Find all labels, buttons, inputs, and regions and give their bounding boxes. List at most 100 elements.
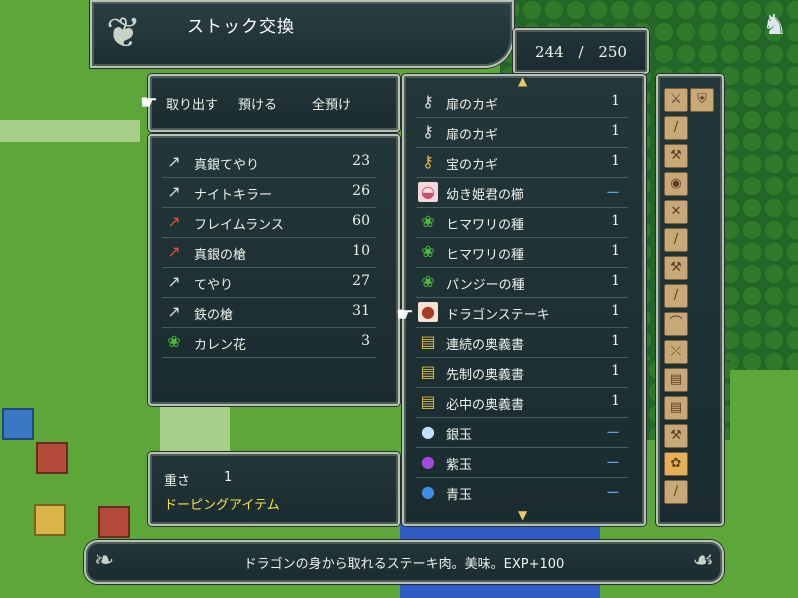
weight-value: 1 xyxy=(224,470,233,485)
scroll-down-arrow-icon[interactable]: ▼ xyxy=(518,508,527,522)
inventory-row[interactable]: ❀ カレン花 3 xyxy=(150,328,398,358)
category-icon-panel: ⚔ ⛨ / ⚒ ◉ ✕ / ⚒ / ⌒ ⤫ ▤ ▤ ⚒ ✿ / xyxy=(656,74,724,526)
item-name: ヒマワリの種 xyxy=(446,218,525,233)
item-name: 連続の奥義書 xyxy=(446,338,525,353)
herb-icon: ❀ xyxy=(421,272,435,291)
scroll-ornament-icon: ❦ xyxy=(106,8,142,57)
axe-category-icon[interactable]: ⚒ xyxy=(664,256,688,280)
item-quantity: 10 xyxy=(352,243,370,259)
tome-category-icon[interactable]: ▤ xyxy=(664,368,688,392)
scroll-up-arrow-icon[interactable]: ▲ xyxy=(518,74,527,88)
blue-orb-icon: ● xyxy=(421,482,435,501)
flame-lance-icon: ↗ xyxy=(167,212,181,231)
stock-row[interactable]: ▤ 必中の奥義書 1 xyxy=(404,388,644,418)
sword-category-icon[interactable]: ⚔ xyxy=(664,88,688,112)
herb-icon: ❀ xyxy=(421,212,435,231)
item-quantity: 26 xyxy=(352,183,370,199)
stock-row[interactable]: ▤ 先制の奥義書 1 xyxy=(404,358,644,388)
stock-row[interactable]: ⚷ 扉のカギ 1 xyxy=(404,88,644,118)
shield-category-icon[interactable]: ◉ xyxy=(664,172,688,196)
item-bag-category-icon[interactable]: ✿ xyxy=(664,452,688,476)
inventory-row[interactable]: ↗ ナイトキラー 26 xyxy=(150,178,398,208)
village-house xyxy=(34,504,66,536)
inventory-row[interactable]: ↗ 鉄の槍 31 xyxy=(150,298,398,328)
stock-row-selected[interactable]: ☛ ● ドラゴンステーキ 1 xyxy=(396,298,644,328)
item-quantity: ー xyxy=(606,186,620,202)
silver-orb-icon: ● xyxy=(421,422,435,441)
command-deposit[interactable]: 預ける xyxy=(238,94,277,113)
page-title: ストック交換 xyxy=(187,17,295,37)
knight-unit-icon[interactable]: ♞ xyxy=(762,8,792,52)
pointer-hand-icon: ☛ xyxy=(396,302,414,326)
staff-category-icon[interactable]: ⚒ xyxy=(664,424,688,448)
road xyxy=(160,400,230,460)
stock-row[interactable]: ⚷ 宝のカギ 1 xyxy=(404,148,644,178)
inventory-row[interactable]: ↗ 真銀てやり 23 xyxy=(150,148,398,178)
axe-category-icon[interactable]: ⚒ xyxy=(664,144,688,168)
item-name: 必中の奥義書 xyxy=(446,398,525,413)
road xyxy=(0,120,140,142)
item-quantity: 1 xyxy=(611,273,620,289)
comb-icon: ◒ xyxy=(418,182,438,202)
lance-icon: ↗ xyxy=(167,182,181,201)
stock-row[interactable]: ❀ ヒマワリの種 1 xyxy=(404,208,644,238)
purple-orb-icon: ● xyxy=(421,452,435,471)
stock-row[interactable]: ❀ ヒマワリの種 1 xyxy=(404,238,644,268)
bow-category-icon[interactable]: ⤫ xyxy=(664,340,688,364)
command-menu: ☛ 取り出す 預ける 全預け xyxy=(140,74,400,132)
item-quantity: 1 xyxy=(611,243,620,259)
item-name: 幼き姫君の櫛 xyxy=(446,188,525,203)
stock-row[interactable]: ● 青玉 ー xyxy=(404,478,644,508)
item-name: ヒマワリの種 xyxy=(446,248,525,263)
item-name: カレン花 xyxy=(194,338,247,353)
command-take-out[interactable]: 取り出す xyxy=(166,94,218,113)
village-house xyxy=(2,408,34,440)
help-panel: ❧ ドラゴンの身から取れるステーキ肉。美味。EXP+100 ☙ xyxy=(84,540,724,584)
item-quantity: 1 xyxy=(611,123,620,139)
command-deposit-all[interactable]: 全預け xyxy=(312,94,351,113)
lance-icon: ↗ xyxy=(167,242,181,261)
inventory-row[interactable]: ↗ フレイムランス 60 xyxy=(150,208,398,238)
item-quantity: 60 xyxy=(352,213,370,229)
row-divider xyxy=(162,357,376,358)
bow-category-icon[interactable]: ⌒ xyxy=(664,312,688,336)
lance-icon: ↗ xyxy=(167,302,181,321)
item-name: 真銀の槍 xyxy=(194,248,247,263)
item-name: 扉のカギ xyxy=(446,128,499,143)
lance-category-icon[interactable]: / xyxy=(664,284,688,308)
shield-category-icon[interactable]: ⛨ xyxy=(690,88,714,112)
stock-row[interactable]: ● 紫玉 ー xyxy=(404,448,644,478)
stock-count-current: 244 xyxy=(535,43,564,61)
key-icon: ⚷ xyxy=(422,92,434,111)
item-name: 鉄の槍 xyxy=(194,308,234,323)
item-name: ナイトキラー xyxy=(194,188,273,203)
stock-row[interactable]: ⚷ 扉のカギ 1 xyxy=(404,118,644,148)
lance-category-icon[interactable]: / xyxy=(664,228,688,252)
weight-label: 重さ xyxy=(164,474,191,489)
item-quantity: 1 xyxy=(611,393,620,409)
item-name: 先制の奥義書 xyxy=(446,368,525,383)
steak-icon: ● xyxy=(418,302,438,322)
inventory-row[interactable]: ↗ てやり 27 xyxy=(150,268,398,298)
key-icon: ⚷ xyxy=(422,122,434,141)
book-icon: ▤ xyxy=(420,392,436,411)
item-description: ドラゴンの身から取れるステーキ肉。美味。EXP+100 xyxy=(243,557,565,572)
tome-category-icon[interactable]: ▤ xyxy=(664,396,688,420)
item-quantity: ー xyxy=(606,456,620,472)
item-quantity: 1 xyxy=(611,363,620,379)
item-quantity: 1 xyxy=(611,213,620,229)
stock-row[interactable]: ● 銀玉 ー xyxy=(404,418,644,448)
item-name: 扉のカギ xyxy=(446,98,499,113)
inventory-row[interactable]: ↗ 真銀の槍 10 xyxy=(150,238,398,268)
sword-category-icon[interactable]: ✕ xyxy=(664,200,688,224)
sword-category-icon[interactable]: / xyxy=(664,116,688,140)
stock-count-max: 250 xyxy=(598,43,627,61)
stock-list-panel: ▲ ⚷ 扉のカギ 1 ⚷ 扉のカギ 1 ⚷ 宝のカギ 1 ◒ 幼き姫君の櫛 ー … xyxy=(396,74,646,526)
stock-row[interactable]: ▤ 連続の奥義書 1 xyxy=(404,328,644,358)
herb-icon: ❀ xyxy=(167,332,181,351)
misc-category-icon[interactable]: / xyxy=(664,480,688,504)
book-icon: ▤ xyxy=(420,362,436,381)
item-category: ドーピングアイテム xyxy=(164,498,280,513)
stock-row[interactable]: ◒ 幼き姫君の櫛 ー xyxy=(404,178,644,208)
stock-row[interactable]: ❀ パンジーの種 1 xyxy=(404,268,644,298)
